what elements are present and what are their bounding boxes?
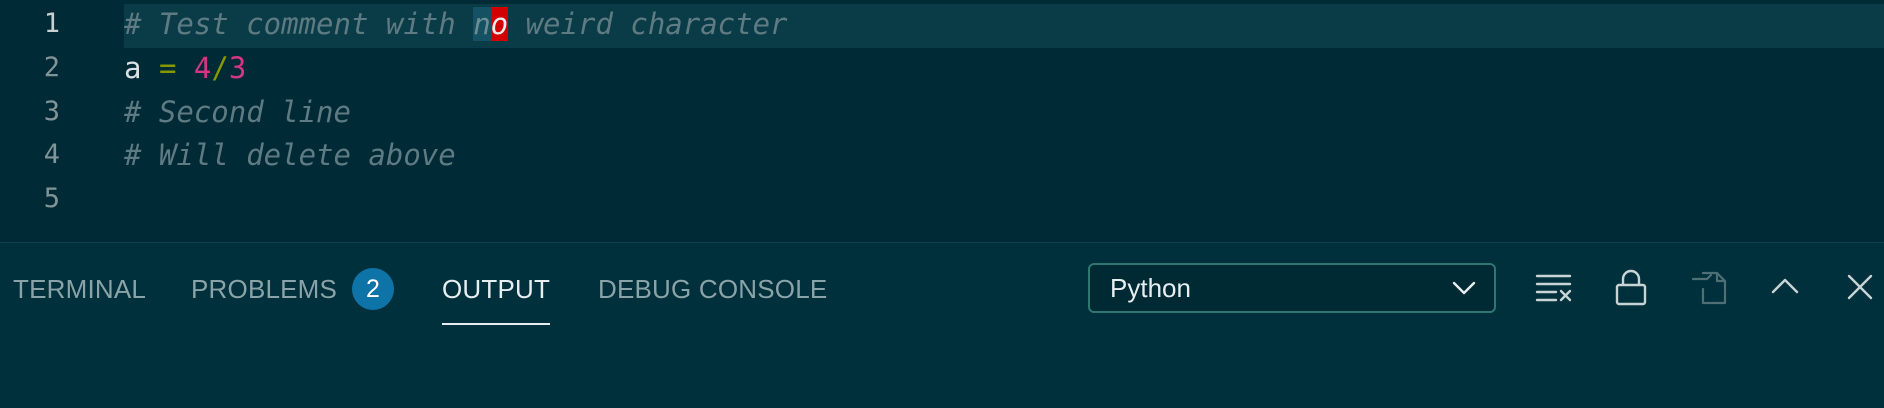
clear-output-icon[interactable] <box>1534 267 1574 307</box>
tab-terminal[interactable]: TERMINAL <box>13 263 146 315</box>
line-code[interactable]: a = 4/3 <box>124 46 246 90</box>
line-number: 5 <box>43 183 60 214</box>
operator-token: / <box>211 51 229 85</box>
output-channel-select[interactable]: Python <box>1088 263 1496 313</box>
line-number: 1 <box>43 8 60 39</box>
tab-problems[interactable]: PROBLEMS <box>191 263 337 315</box>
bottom-panel: TERMINAL PROBLEMS 2 OUTPUT DEBUG CONSOLE… <box>0 242 1884 408</box>
close-icon[interactable] <box>1840 267 1880 307</box>
line-number: 2 <box>43 52 60 83</box>
active-tab-indicator <box>442 323 551 325</box>
operator-token: = <box>158 51 177 85</box>
cursor-character: o <box>490 7 509 41</box>
identifier-token: a <box>124 51 142 85</box>
tab-debug-console[interactable]: DEBUG CONSOLE <box>598 263 827 315</box>
editor-line-4[interactable]: 4 # Will delete above <box>0 133 1884 177</box>
editor-line-5[interactable]: 5 <box>0 177 1884 221</box>
line-number: 3 <box>43 96 60 127</box>
code-editor[interactable]: 1 # Test comment with no weird character… <box>0 0 1884 242</box>
chevron-down-icon <box>1452 281 1476 295</box>
open-in-editor-icon[interactable] <box>1689 267 1729 307</box>
problems-count-badge: 2 <box>352 268 394 310</box>
tab-output[interactable]: OUTPUT <box>442 263 551 325</box>
comment-text: weird character <box>508 7 788 41</box>
selection-highlight: n <box>473 7 491 41</box>
number-token: 3 <box>228 51 247 85</box>
editor-line-1[interactable]: 1 # Test comment with no weird character <box>0 2 1884 46</box>
tab-output-label: OUTPUT <box>442 274 551 304</box>
editor-line-3[interactable]: 3 # Second line <box>0 90 1884 134</box>
output-channel-value: Python <box>1110 273 1191 303</box>
line-code[interactable]: # Will delete above <box>124 133 456 177</box>
editor-line-2[interactable]: 2 a = 4/3 <box>0 46 1884 90</box>
chevron-up-icon[interactable] <box>1765 267 1805 307</box>
number-token: 4 <box>193 51 212 85</box>
line-number: 4 <box>43 139 60 170</box>
comment-text: # Test comment with <box>124 7 474 41</box>
line-code[interactable]: # Test comment with no weird character <box>124 2 788 46</box>
lock-icon[interactable] <box>1611 267 1651 307</box>
line-code[interactable]: # Second line <box>124 90 351 134</box>
